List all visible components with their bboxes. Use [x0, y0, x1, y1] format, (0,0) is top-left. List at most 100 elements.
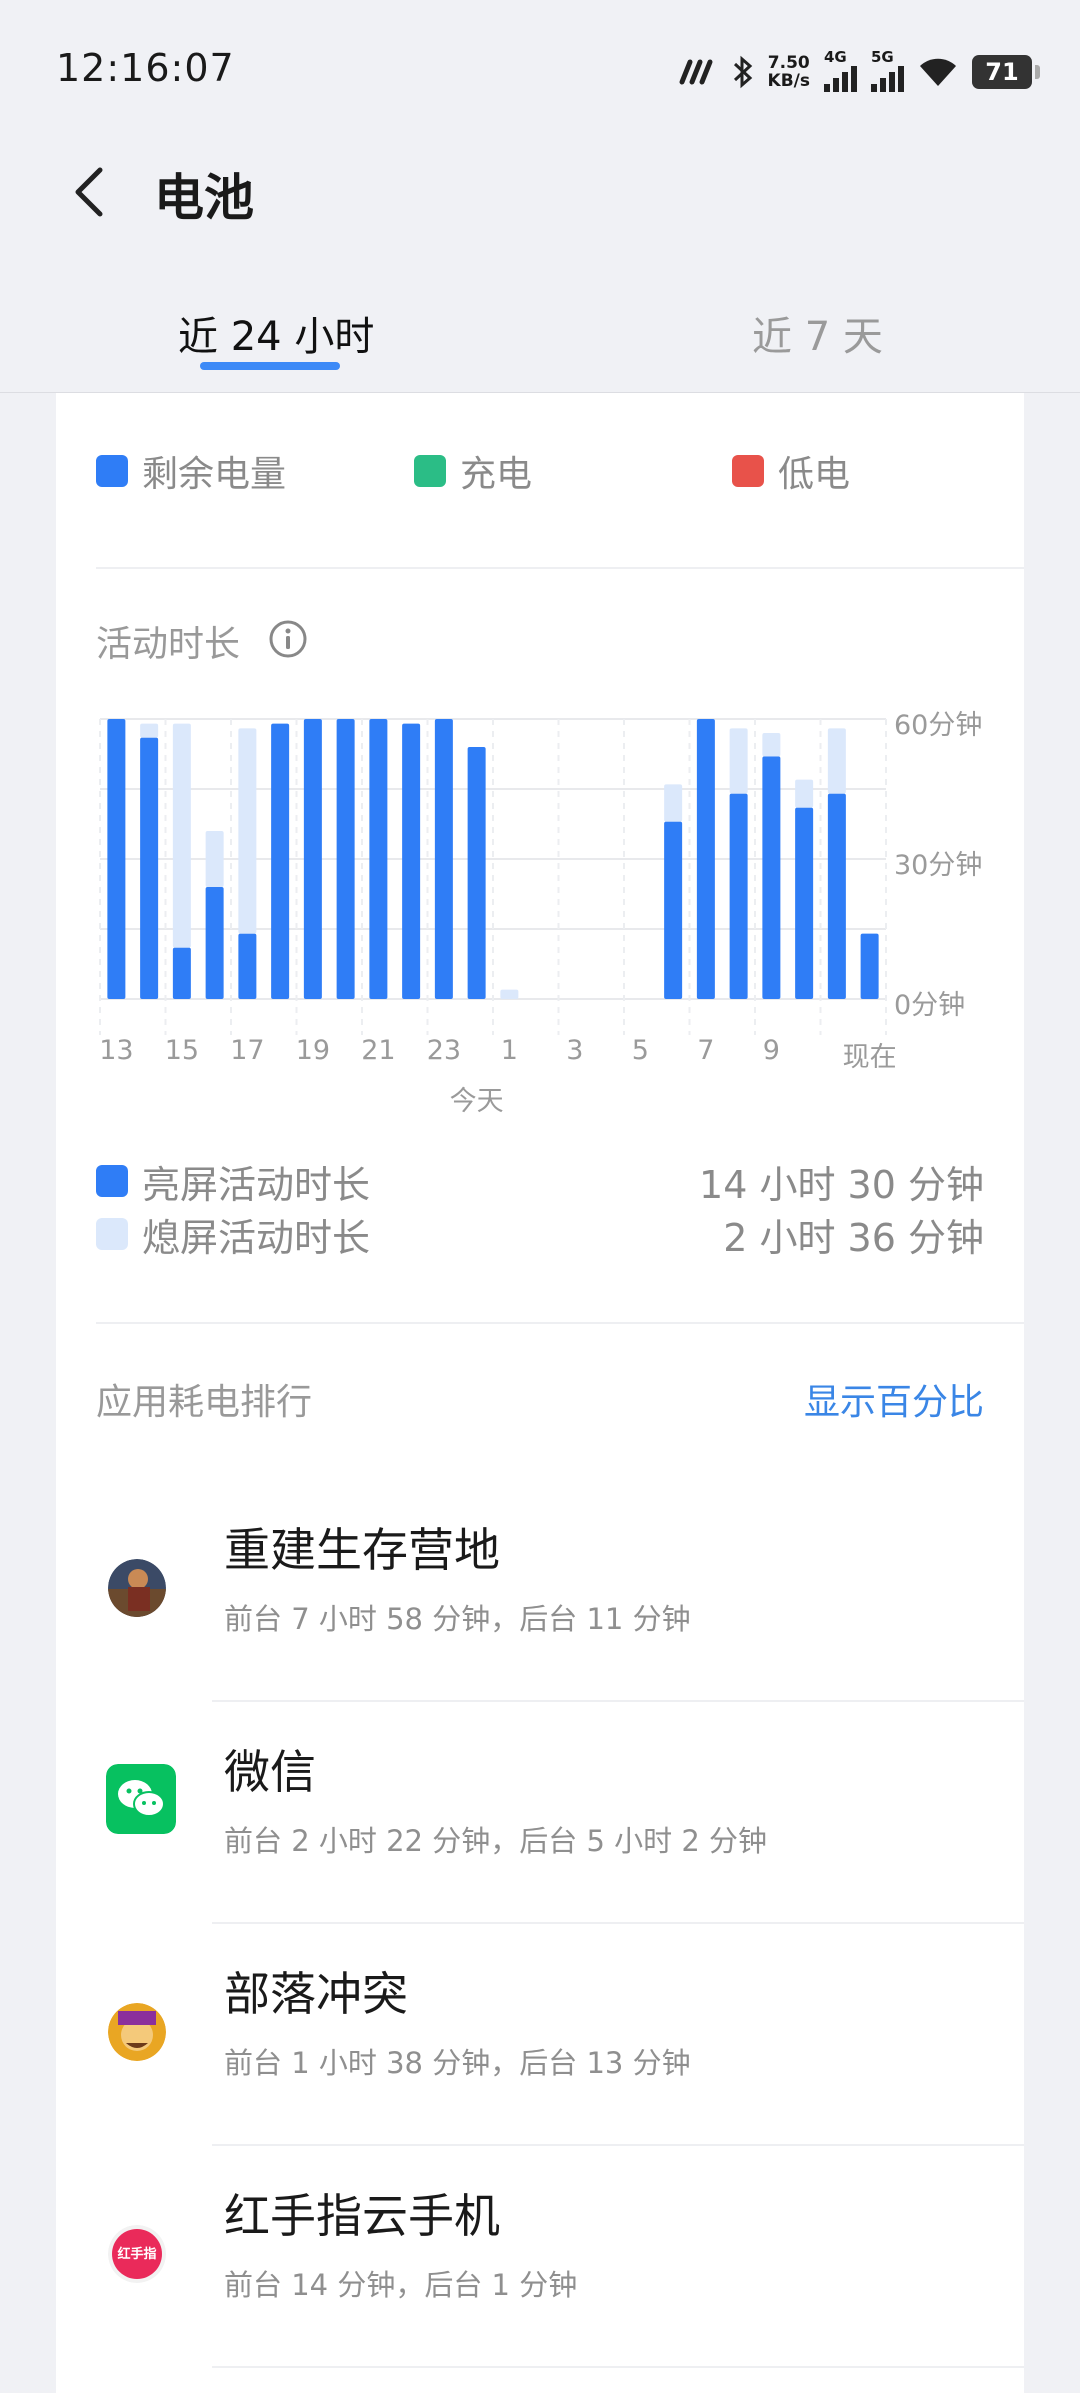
battery-icon: 71	[972, 55, 1040, 89]
activity-title: 活动时长	[96, 624, 241, 665]
app-usage-detail: 前台 2 小时 22 分钟，后台 5 小时 2 分钟	[224, 1824, 768, 1858]
screen-off-label: 熄屏活动时长	[142, 1215, 371, 1260]
x-tick-label: 13	[99, 1035, 134, 1066]
redfinger-icon-text: 红手指	[117, 2246, 156, 2262]
app-list-item[interactable]: 部落冲突 前台 1 小时 38 分钟，后台 13 分钟	[56, 1924, 1024, 2146]
divider	[212, 2366, 1024, 2368]
bar-screen-off	[205, 831, 224, 887]
page-title: 电池	[154, 169, 254, 227]
bluetooth-icon	[733, 55, 752, 89]
app-ranking-header: 应用耗电排行 显示百分比	[96, 1373, 984, 1433]
bar-screen-off	[172, 723, 191, 948]
screen-off-summary: 熄屏活动时长 2 小时 36 分钟	[96, 1208, 984, 1260]
app-usage-detail: 前台 7 小时 58 分钟，后台 11 分钟	[224, 1602, 691, 1636]
screen-off-value: 2 小时 36 分钟	[723, 1215, 984, 1260]
bar-screen-on	[827, 793, 846, 999]
x-tick-label: 15	[164, 1035, 200, 1066]
show-percentage-button[interactable]: 显示百分比	[804, 1373, 984, 1425]
x-tick-label: 5	[631, 1035, 649, 1066]
screen-on-label: 亮屏活动时长	[142, 1162, 371, 1207]
legend-label: 剩余电量	[142, 454, 287, 495]
app-list-item[interactable]: 重建生存营地 前台 7 小时 58 分钟，后台 11 分钟	[56, 1480, 1024, 1702]
bar-screen-on	[729, 793, 748, 999]
legend-label: 充电	[460, 454, 533, 495]
legend-swatch	[732, 455, 764, 487]
tab-7-days[interactable]: 近 7 天	[752, 304, 883, 362]
battery-level-legend: 剩余电量 充电 低电	[96, 445, 996, 495]
nfc-icon	[679, 59, 713, 85]
clash-of-clans-icon	[108, 2003, 166, 2061]
x-tick-label: 3	[566, 1035, 584, 1066]
info-icon[interactable]	[268, 619, 308, 659]
app-list-item[interactable]: 红手指 红手指云手机 前台 14 分钟，后台 1 分钟	[56, 2146, 1024, 2368]
x-tick-label: 23	[426, 1035, 462, 1066]
legend-swatch	[414, 455, 446, 487]
legend-remaining: 剩余电量	[96, 445, 286, 497]
bar-screen-off	[795, 779, 814, 808]
sim1-network-label: 4G	[824, 48, 847, 66]
app-usage-detail: 前台 14 分钟，后台 1 分钟	[224, 2268, 578, 2302]
x-tick-label: 19	[295, 1035, 331, 1066]
x-tick-label: 9	[762, 1035, 780, 1066]
legend-label: 低电	[778, 454, 851, 495]
x-tick-label: 21	[361, 1035, 396, 1066]
active-tab-indicator	[200, 362, 340, 370]
x-tick-label: 17	[230, 1035, 265, 1066]
bar-screen-on	[172, 947, 191, 999]
status-bar: 12:16:07 7.50 KB/s 4G 5G 71	[0, 0, 1080, 130]
bar-screen-on	[107, 719, 126, 999]
app-name: 重建生存营地	[224, 1523, 500, 1577]
legend-charging: 充电	[414, 445, 532, 497]
legend-swatch	[96, 455, 128, 487]
x-tick-label: 1	[500, 1035, 518, 1066]
bar-screen-on	[205, 887, 224, 999]
x-tick-label: 现在	[842, 1042, 897, 1073]
redfinger-icon: 红手指	[108, 2225, 166, 2283]
battery-card: 剩余电量 充电 低电 活动时长 0分钟 30分钟 60分钟 13 15 17 19 21 23 1…	[56, 393, 1024, 2393]
bar-screen-off	[729, 728, 748, 794]
screen-off-swatch	[96, 1218, 128, 1250]
y-tick-label: 60分钟	[894, 710, 983, 741]
app-name: 红手指云手机	[224, 2189, 500, 2243]
app-list-item[interactable]: 微信 前台 2 小时 22 分钟，后台 5 小时 2 分钟	[56, 1702, 1024, 1924]
bar-screen-on	[402, 723, 421, 999]
wifi-icon	[920, 58, 956, 86]
bar-screen-off	[140, 723, 159, 738]
bar-screen-on	[140, 737, 159, 999]
activity-chart: 0分钟 30分钟 60分钟 13 15 17 19 21 23 1 3 5 7 9 现在 今天	[96, 693, 1024, 1133]
battery-level: 71	[985, 58, 1019, 86]
bar-screen-on	[664, 821, 683, 999]
screen-on-summary: 亮屏活动时长 14 小时 30 分钟	[96, 1155, 984, 1207]
screen-on-value: 14 小时 30 分钟	[699, 1162, 984, 1207]
status-icons: 7.50 KB/s 4G 5G 71	[678, 48, 1040, 96]
app-usage-detail: 前台 1 小时 38 分钟，后台 13 分钟	[224, 2046, 691, 2080]
legend-low: 低电	[732, 445, 850, 497]
bar-screen-on	[795, 807, 814, 999]
bar-screen-on	[434, 719, 453, 999]
bar-screen-on	[696, 719, 715, 999]
divider	[96, 567, 1024, 569]
signal-sim2-icon: 5G	[871, 48, 904, 92]
bar-screen-on	[369, 719, 388, 999]
bar-screen-off	[500, 989, 519, 999]
net-speed-value: 7.50	[767, 53, 810, 73]
wechat-icon	[106, 1764, 176, 1834]
screen-on-swatch	[96, 1165, 128, 1197]
time-range-tabs: 近 24 小时 近 7 天	[0, 290, 1080, 393]
bar-screen-on	[467, 747, 486, 999]
divider	[96, 1322, 1024, 1324]
status-time: 12:16:07	[56, 46, 235, 90]
bar-screen-off	[762, 733, 781, 757]
bar-screen-on	[271, 723, 290, 999]
net-speed: 7.50 KB/s	[768, 54, 810, 90]
tab-24-hours[interactable]: 近 24 小时	[178, 304, 374, 362]
app-name: 微信	[224, 1745, 316, 1799]
bar-screen-on	[336, 719, 355, 999]
game-survival-icon	[108, 1559, 166, 1617]
net-speed-unit: KB/s	[767, 71, 810, 91]
signal-sim1-icon: 4G	[824, 48, 857, 92]
app-name: 部落冲突	[224, 1967, 408, 2021]
app-ranking-title: 应用耗电排行	[96, 1382, 313, 1423]
back-arrow-icon[interactable]	[62, 162, 122, 222]
y-tick-label: 0分钟	[894, 990, 966, 1021]
